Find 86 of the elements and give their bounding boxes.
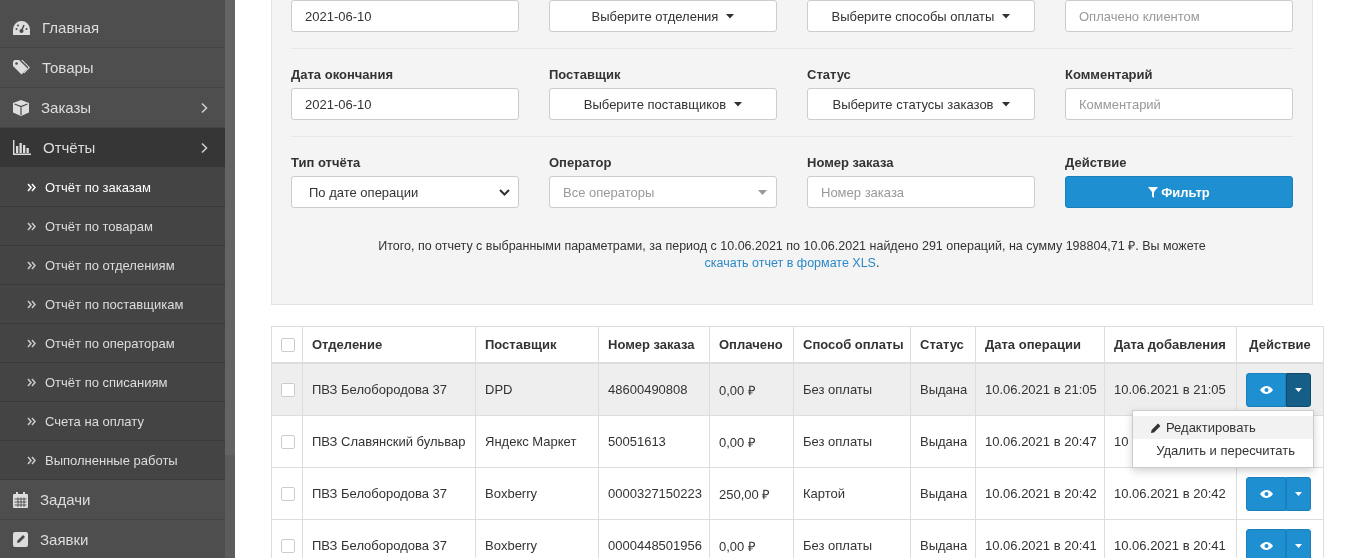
nav-item[interactable]: Отчёты [0, 128, 225, 168]
eye-icon [1259, 541, 1273, 550]
double-chevron-icon [27, 260, 36, 270]
eye-icon [1259, 489, 1273, 498]
caret-icon [734, 101, 743, 107]
table-cell: Выдана [910, 415, 976, 468]
dropdown-button[interactable]: Выберите способы оплаты [807, 0, 1035, 32]
view-button[interactable] [1246, 372, 1286, 407]
field-label: Номер заказа [807, 155, 895, 170]
input-field[interactable]: 2021-06-10 [291, 0, 519, 32]
gauge-icon [13, 20, 30, 35]
summary-text: Итого, по отчету с выбранными параметрами, за период с 10.06.2021 по 10.06.2021 найдено 291 операций, на сумму 198804,71 ₽. Вы можете скачать отчет в формате XLS. [377, 238, 1207, 272]
field-label: Комментарий [1065, 67, 1154, 82]
table-cell: Без оплаты [793, 415, 911, 468]
caret-icon [1001, 101, 1010, 107]
table-cell: Без оплаты [793, 363, 911, 416]
dropdown-toggle[interactable] [1286, 528, 1311, 558]
calendar-icon [13, 491, 28, 508]
table-cell: DPD [475, 363, 599, 416]
table-cell: 10.06.2021 в 21:05 [975, 363, 1105, 416]
table-cell: 0,00 ₽ [709, 415, 794, 468]
select-field[interactable]: По дате операции [291, 176, 519, 208]
table-cell: 10.06.2021 в 20:42 [975, 467, 1105, 520]
field-label: Статус [807, 67, 852, 82]
table-cell: 250,00 ₽ [709, 467, 794, 520]
field-label: Действие [1065, 155, 1128, 170]
table-cell: Выдана [910, 363, 976, 416]
dropdown-toggle[interactable] [1286, 372, 1311, 407]
caret-icon [1295, 543, 1302, 548]
double-chevron-icon [27, 416, 36, 426]
table-cell: 0000327150223 [598, 467, 710, 520]
checkbox[interactable] [281, 383, 295, 398]
table-cell: Выдана [910, 467, 976, 520]
caret-icon [1295, 491, 1302, 496]
table-cell: 10.06.2021 в 20:47 [975, 415, 1105, 468]
table-cell: Яндекс Маркет [475, 415, 599, 468]
field-label: Тип отчёта [291, 155, 362, 170]
double-chevron-icon [27, 182, 36, 192]
view-button[interactable] [1246, 528, 1286, 558]
field-label: Поставщик [549, 67, 622, 82]
input-field[interactable]: 2021-06-10 [291, 88, 519, 120]
table-cell: 0,00 ₽ [709, 363, 794, 416]
checkbox[interactable] [281, 539, 295, 554]
field-label: Дата окончания [291, 67, 394, 82]
tag-icon [13, 60, 30, 75]
double-chevron-icon [27, 299, 36, 309]
checkbox[interactable] [281, 435, 295, 450]
funnel-icon [1148, 186, 1159, 198]
input-field[interactable]: Номер заказа [807, 176, 1035, 208]
caret-icon [1002, 13, 1011, 19]
caret-icon [726, 13, 735, 19]
caret-icon [758, 189, 767, 195]
table-cell: 10.06.2021 в 20:42 [1104, 467, 1237, 520]
checkbox[interactable] [281, 338, 295, 353]
scrollbar[interactable] [225, 0, 235, 455]
dropdown-button[interactable]: Выберите поставщиков [549, 88, 777, 120]
menu-item[interactable]: Удалить и пересчитать [1133, 439, 1313, 462]
dropdown-button[interactable]: Выберите статусы заказов [807, 88, 1035, 120]
table-cell: ПВЗ Белобородова 37 [302, 363, 476, 416]
table-cell: Картой [793, 467, 911, 520]
double-chevron-icon [27, 377, 36, 387]
dropdown-button[interactable]: Выберите отделения [549, 0, 777, 32]
table-cell: ПВЗ Белобородова 37 [302, 467, 476, 520]
input-field[interactable]: Оплачено клиентом [1065, 0, 1293, 32]
table-cell: Boxberry [475, 467, 599, 520]
bar-chart-icon [13, 140, 31, 155]
double-chevron-icon [27, 221, 36, 231]
eye-icon [1259, 385, 1273, 394]
checkbox[interactable] [281, 487, 295, 502]
table-cell: ПВЗ Славянский бульвар [302, 415, 476, 468]
menu-item[interactable]: Редактировать [1133, 416, 1313, 439]
caret-icon [1295, 387, 1302, 392]
pencil-square-icon [13, 532, 28, 547]
table-cell: 50051613 [598, 415, 710, 468]
cube-icon [13, 99, 29, 116]
pencil-icon [1151, 422, 1161, 433]
double-chevron-icon [27, 455, 36, 465]
download-link[interactable]: скачать отчет в формате XLS [704, 256, 876, 270]
view-button[interactable] [1246, 476, 1286, 511]
dropdown-toggle[interactable] [1286, 476, 1311, 511]
field-label: Оператор [549, 155, 613, 170]
double-chevron-icon [27, 338, 36, 348]
table-cell: 48600490808 [598, 363, 710, 416]
input-field[interactable]: Комментарий [1065, 88, 1293, 120]
filter-button[interactable]: Фильтр [1065, 176, 1293, 208]
chevron-down-icon [499, 188, 510, 196]
